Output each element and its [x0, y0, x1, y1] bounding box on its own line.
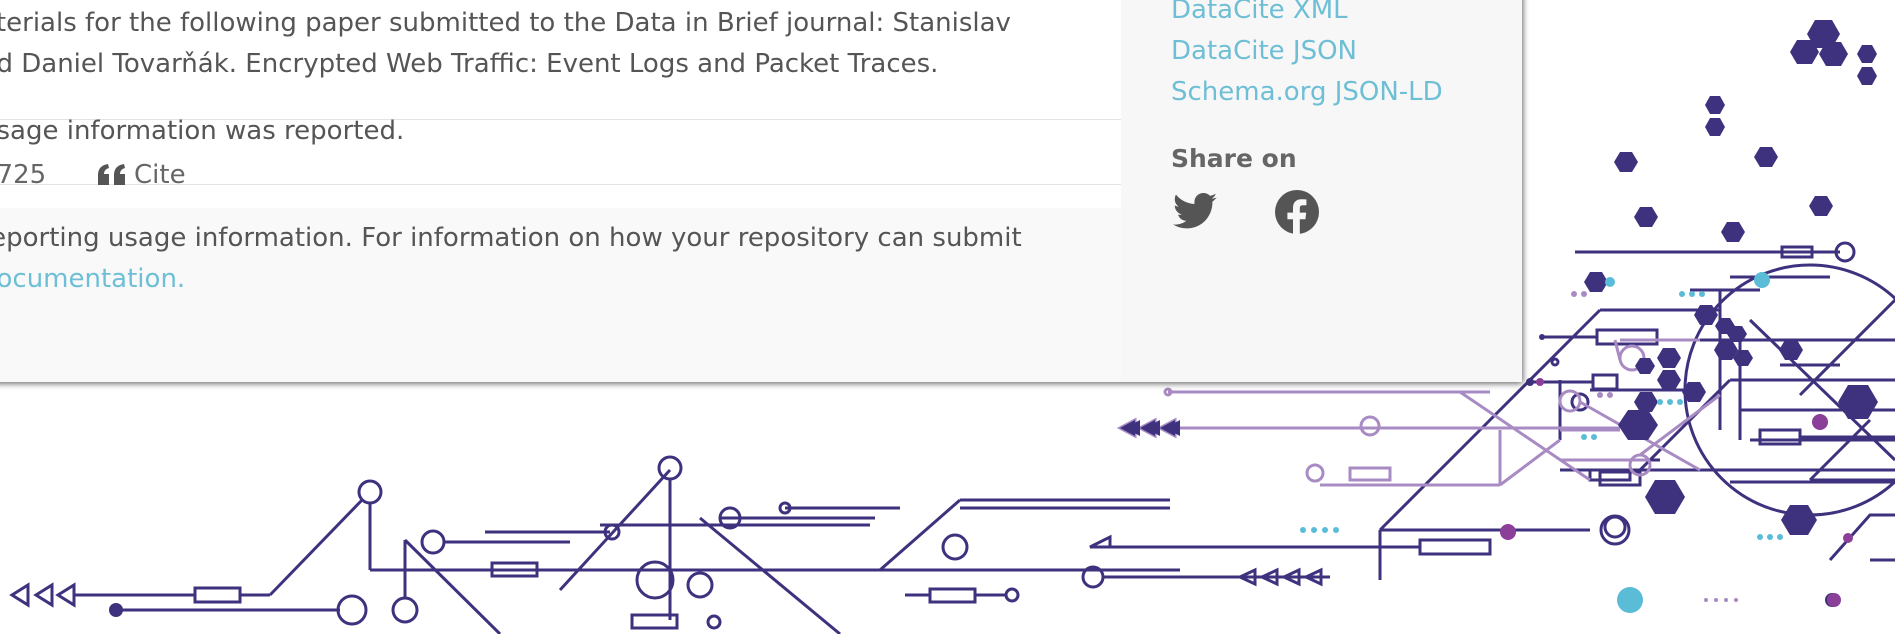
dataset-description: aterials for the following paper submitt… [0, 3, 1080, 85]
export-link-schema-org[interactable]: Schema.org JSON-LD [1171, 72, 1443, 113]
share-label: Share on [1171, 144, 1297, 173]
dataset-main-panel: aterials for the following paper submitt… [0, 0, 1121, 382]
share-icons [1171, 188, 1321, 236]
cite-button[interactable]: Cite [96, 160, 186, 190]
export-link-datacite-json[interactable]: DataCite JSON [1171, 31, 1443, 72]
description-line-1: aterials for the following paper submitt… [0, 8, 1011, 38]
sidebar: DataCite XML DataCite JSON Schema.org JS… [1121, 0, 1522, 382]
metadata-number: 7725 [0, 160, 47, 190]
quote-icon [98, 164, 125, 185]
cite-label: Cite [134, 160, 186, 190]
documentation-link[interactable]: documentation. [0, 259, 1022, 300]
description-line-2: nd Daniel Tovarňák. Encrypted Web Traffi… [0, 49, 939, 79]
usage-info-text: usage information was reported. [0, 116, 405, 146]
usage-notice: reporting usage information. For informa… [0, 218, 1022, 300]
export-link-datacite-xml[interactable]: DataCite XML [1171, 0, 1443, 31]
dataset-card: aterials for the following paper submitt… [0, 0, 1522, 382]
facebook-icon[interactable] [1273, 188, 1321, 236]
export-links: DataCite XML DataCite JSON Schema.org JS… [1171, 0, 1443, 113]
twitter-icon[interactable] [1171, 188, 1219, 236]
notice-line-1: reporting usage information. For informa… [0, 223, 1022, 253]
